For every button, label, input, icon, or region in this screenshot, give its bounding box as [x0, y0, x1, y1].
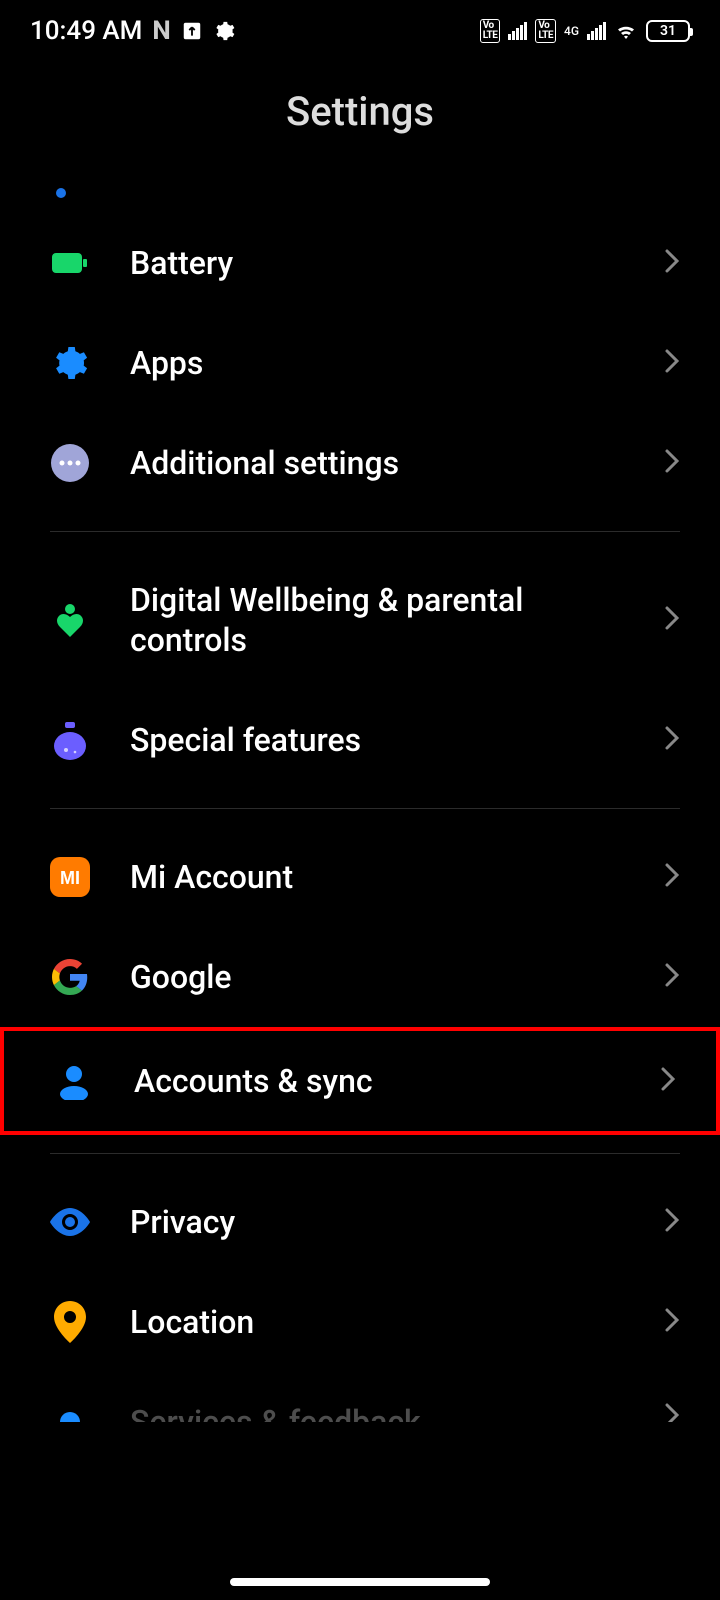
settings-item-battery[interactable]: Battery — [0, 213, 720, 313]
settings-list: Battery Apps Additional settings Digital… — [0, 213, 720, 1422]
status-right: VoLTE VoLTE 4G 31 — [480, 19, 690, 43]
settings-item-google[interactable]: Google — [0, 927, 720, 1027]
network-type-label: 4G — [564, 24, 579, 38]
volte-icon: VoLTE — [535, 19, 556, 43]
unknown-icon — [50, 1402, 90, 1422]
chevron-right-icon — [664, 605, 680, 635]
netflix-n-icon: N — [152, 16, 170, 46]
google-logo-icon — [50, 957, 90, 997]
person-icon — [54, 1061, 94, 1101]
chevron-right-icon — [664, 248, 680, 278]
battery-icon: 31 — [646, 20, 690, 42]
home-indicator[interactable] — [230, 1578, 490, 1586]
upload-icon — [181, 20, 203, 42]
chevron-right-icon — [664, 348, 680, 378]
chevron-right-icon — [660, 1066, 676, 1096]
battery-icon — [50, 243, 90, 283]
heart-person-icon — [50, 600, 90, 640]
section-divider — [50, 808, 680, 809]
clock-text: 10:49 AM — [30, 16, 142, 46]
flask-icon — [50, 720, 90, 760]
settings-item-accounts-sync[interactable]: Accounts & sync — [0, 1027, 720, 1135]
section-divider — [50, 1153, 680, 1154]
mi-logo-icon: MI — [50, 857, 90, 897]
item-label: Accounts & sync — [134, 1061, 620, 1101]
partial-item[interactable] — [0, 167, 720, 213]
item-label: Privacy — [130, 1202, 624, 1242]
settings-item-miaccount[interactable]: MI Mi Account — [0, 827, 720, 927]
settings-item-special[interactable]: Special features — [0, 690, 720, 790]
settings-item-services[interactable]: Services & feedback — [0, 1372, 720, 1422]
wifi-icon — [614, 21, 638, 41]
more-dots-icon — [50, 443, 90, 483]
location-pin-icon — [50, 1302, 90, 1342]
settings-item-location[interactable]: Location — [0, 1272, 720, 1372]
chevron-right-icon — [664, 862, 680, 892]
item-label: Services & feedback — [130, 1402, 624, 1422]
signal-icon — [508, 22, 527, 40]
item-label: Google — [130, 957, 624, 997]
chevron-right-icon — [664, 1207, 680, 1237]
status-left: 10:49 AM N — [30, 16, 235, 46]
gear-icon — [50, 343, 90, 383]
item-label: Special features — [130, 720, 624, 760]
gear-icon — [213, 20, 235, 42]
item-label: Mi Account — [130, 857, 624, 897]
svg-text:MI: MI — [60, 868, 80, 888]
signal-icon — [587, 22, 606, 40]
item-label: Location — [130, 1302, 624, 1342]
unknown-icon — [50, 173, 90, 213]
chevron-right-icon — [664, 1402, 680, 1422]
chevron-right-icon — [664, 1307, 680, 1337]
page-title: Settings — [0, 60, 720, 167]
chevron-right-icon — [664, 725, 680, 755]
item-label: Digital Wellbeing & parental controls — [130, 580, 624, 660]
item-label: Battery — [130, 243, 624, 283]
eye-icon — [50, 1202, 90, 1242]
settings-item-privacy[interactable]: Privacy — [0, 1172, 720, 1272]
chevron-right-icon — [664, 962, 680, 992]
status-bar: 10:49 AM N VoLTE VoLTE 4G 31 — [0, 0, 720, 60]
item-label: Apps — [130, 343, 624, 383]
settings-item-additional[interactable]: Additional settings — [0, 413, 720, 513]
volte-icon: VoLTE — [480, 19, 501, 43]
section-divider — [50, 531, 680, 532]
settings-item-wellbeing[interactable]: Digital Wellbeing & parental controls — [0, 550, 720, 690]
chevron-right-icon — [664, 448, 680, 478]
item-label: Additional settings — [130, 443, 624, 483]
settings-item-apps[interactable]: Apps — [0, 313, 720, 413]
